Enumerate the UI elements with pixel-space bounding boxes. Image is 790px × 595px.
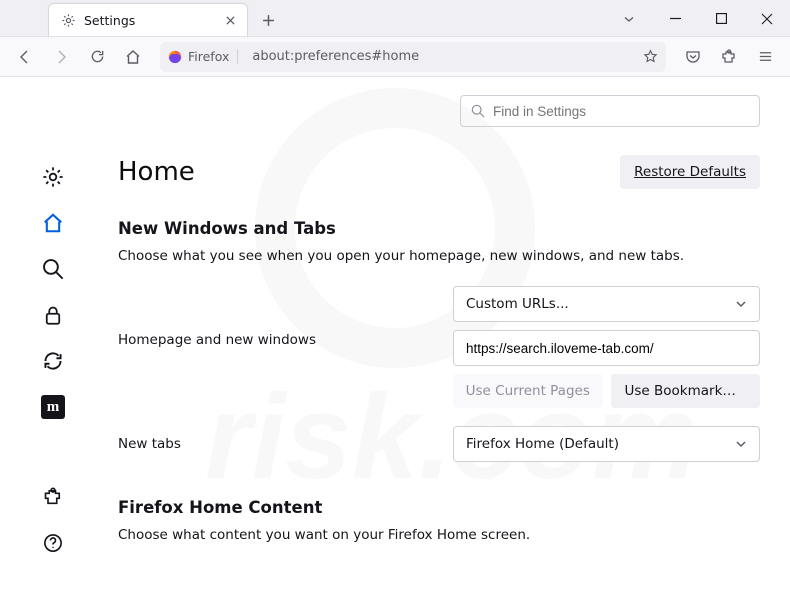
reload-button[interactable] [82, 42, 112, 72]
url-text: about:preferences#home [246, 49, 635, 64]
sidebar-sync-icon[interactable] [41, 349, 65, 373]
sidebar-privacy-icon[interactable] [41, 303, 65, 327]
restore-defaults-button[interactable]: Restore Defaults [620, 155, 760, 189]
gear-icon [61, 13, 76, 28]
sidebar-general-icon[interactable] [41, 165, 65, 189]
sidebar-home-icon[interactable] [41, 211, 65, 235]
minimize-button[interactable] [652, 0, 698, 37]
sidebar-extensions-icon[interactable] [41, 485, 65, 509]
tab-close-button[interactable] [221, 11, 239, 29]
section-home-content-title: Firefox Home Content [118, 498, 760, 517]
content-area: m Home Restore Defaults New Windows and … [0, 77, 790, 595]
find-input[interactable] [493, 104, 749, 119]
settings-main: Home Restore Defaults New Windows and Ta… [106, 77, 790, 595]
url-bar[interactable]: Firefox about:preferences#home [160, 42, 666, 72]
tab-title: Settings [84, 13, 213, 28]
newtabs-value: Firefox Home (Default) [466, 436, 619, 452]
back-button[interactable] [10, 42, 40, 72]
page-title: Home [118, 157, 195, 187]
tab-dropdown-button[interactable] [606, 0, 652, 37]
extensions-button[interactable] [714, 42, 744, 72]
identity-label: Firefox [188, 49, 229, 64]
chevron-down-icon [735, 438, 747, 450]
use-current-pages-button[interactable]: Use Current Pages [453, 374, 603, 408]
close-button[interactable] [744, 0, 790, 37]
titlebar: Settings [0, 0, 790, 37]
home-button[interactable] [118, 42, 148, 72]
new-tab-button[interactable] [254, 6, 282, 34]
section-new-windows-title: New Windows and Tabs [118, 219, 760, 238]
nav-toolbar: Firefox about:preferences#home [0, 37, 790, 77]
homepage-mode-value: Custom URLs... [466, 296, 569, 312]
use-bookmark-button[interactable]: Use Bookmark… [611, 374, 761, 408]
chevron-down-icon [735, 298, 747, 310]
section-new-windows-desc: Choose what you see when you open your h… [118, 248, 760, 264]
pocket-button[interactable] [678, 42, 708, 72]
sidebar-more-from-mozilla-icon[interactable]: m [41, 395, 65, 419]
settings-sidebar: m [0, 77, 106, 595]
window-controls [606, 0, 790, 37]
sidebar-search-icon[interactable] [41, 257, 65, 281]
find-in-settings[interactable] [460, 95, 760, 127]
bookmark-star-icon[interactable] [643, 49, 658, 64]
homepage-label: Homepage and new windows [118, 286, 453, 348]
newtabs-select[interactable]: Firefox Home (Default) [453, 426, 760, 462]
forward-button[interactable] [46, 42, 76, 72]
homepage-mode-select[interactable]: Custom URLs... [453, 286, 760, 322]
browser-tab[interactable]: Settings [48, 3, 248, 36]
maximize-button[interactable] [698, 0, 744, 37]
homepage-url-input[interactable] [453, 330, 760, 366]
sidebar-support-icon[interactable] [41, 531, 65, 555]
newtabs-label: New tabs [118, 436, 453, 452]
identity-box[interactable]: Firefox [168, 49, 238, 64]
search-icon [471, 104, 485, 118]
app-menu-button[interactable] [750, 42, 780, 72]
section-home-content-desc: Choose what content you want on your Fir… [118, 527, 760, 543]
firefox-icon [168, 50, 182, 64]
